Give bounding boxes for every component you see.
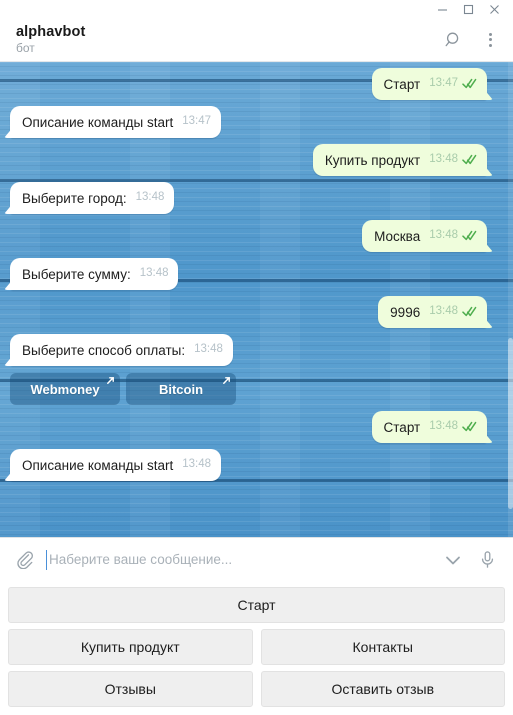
microphone-icon[interactable]	[475, 548, 499, 572]
incoming-message-bubble[interactable]: Выберите способ оплаты: 13:48	[10, 334, 233, 366]
message-row: Москва 13:48	[10, 220, 499, 252]
message-composer	[0, 537, 513, 581]
outgoing-message-bubble[interactable]: Старт 13:48	[371, 411, 487, 443]
message-meta: 13:48	[429, 303, 477, 321]
incoming-message-bubble[interactable]: Описание команды start 13:47	[10, 106, 222, 138]
double-check-icon	[462, 154, 477, 165]
message-row: Старт 13:47	[10, 68, 499, 100]
message-input[interactable]	[46, 549, 431, 570]
incoming-message-bubble[interactable]: Выберите город: 13:48	[10, 182, 175, 214]
message-meta: 13:48	[182, 456, 211, 474]
reply-keyboard-button[interactable]: Купить продукт	[8, 629, 253, 665]
message-time: 13:48	[429, 229, 458, 241]
double-check-icon	[462, 230, 477, 241]
message-text: Старт	[383, 77, 421, 92]
reply-keyboard-button[interactable]: Оставить отзыв	[260, 671, 505, 707]
inline-button-label: Bitcoin	[158, 381, 204, 397]
message-meta: 13:48	[194, 341, 223, 359]
chat-header-texts: alphavbot бот	[16, 24, 441, 56]
minimize-icon[interactable]	[429, 0, 455, 18]
telegram-window: alphavbot бот Старт 13:47 Описание команды…	[0, 0, 513, 715]
message-list-inner: Старт 13:47 Описание команды start 13:47 Куп…	[0, 62, 513, 537]
message-text: Выберите способ оплаты:	[22, 343, 186, 358]
double-check-icon	[462, 306, 477, 317]
message-meta: 13:48	[429, 151, 477, 169]
message-time: 13:48	[194, 343, 223, 355]
outgoing-message-bubble[interactable]: Старт 13:47	[371, 68, 487, 100]
message-time: 13:47	[429, 77, 458, 89]
reply-keyboard-button[interactable]: Отзывы	[8, 671, 253, 707]
reply-keyboard-row: Отзывы Оставить отзыв	[8, 671, 505, 707]
chat-subtitle: бот	[16, 40, 35, 55]
chat-header[interactable]: alphavbot бот	[0, 18, 513, 62]
message-time: 13:48	[135, 191, 165, 203]
incoming-message-bubble[interactable]: Выберите сумму: 13:48	[10, 258, 179, 290]
outgoing-message-bubble[interactable]: Купить продукт 13:48	[312, 144, 487, 176]
inline-keyboard: Webmoney Bitcoin	[10, 373, 499, 405]
outgoing-message-bubble[interactable]: 9996 13:48	[378, 296, 487, 328]
message-meta: 13:47	[182, 113, 211, 131]
message-text: Выберите город:	[22, 191, 127, 206]
chat-header-actions	[441, 27, 503, 53]
message-meta: 13:48	[429, 227, 477, 245]
inline-button-label: Webmoney	[30, 381, 100, 397]
message-text: Москва	[374, 229, 421, 244]
message-time: 13:48	[139, 267, 169, 279]
message-row: Купить продукт 13:48	[10, 144, 499, 176]
paperclip-icon[interactable]	[12, 548, 36, 572]
chevron-down-icon[interactable]	[441, 548, 465, 572]
external-link-icon	[222, 376, 231, 385]
more-vertical-icon[interactable]	[477, 27, 503, 53]
reply-keyboard-button[interactable]: Старт	[8, 587, 505, 623]
message-time: 13:48	[429, 153, 458, 165]
chat-title: alphavbot	[16, 23, 86, 40]
message-meta: 13:48	[136, 189, 165, 207]
message-time: 13:48	[182, 458, 212, 470]
message-text: Описание команды start	[22, 458, 174, 473]
message-row: Описание команды start 13:48	[10, 449, 499, 481]
message-row: Описание команды start 13:47	[10, 106, 499, 138]
message-meta: 13:48	[429, 418, 477, 436]
message-time: 13:48	[429, 305, 458, 317]
inline-button-webmoney[interactable]: Webmoney	[10, 373, 120, 405]
double-check-icon	[462, 78, 477, 89]
message-row: Выберите город: 13:48	[10, 182, 499, 214]
messages-scrollbar[interactable]	[508, 62, 513, 537]
external-link-icon	[106, 376, 115, 385]
inline-button-bitcoin[interactable]: Bitcoin	[126, 373, 236, 405]
message-time: 13:48	[429, 420, 458, 432]
maximize-icon[interactable]	[455, 0, 481, 18]
search-icon[interactable]	[441, 27, 467, 53]
message-row: 9996 13:48	[10, 296, 499, 328]
message-row: Старт 13:48	[10, 411, 499, 443]
message-list: Старт 13:47 Описание команды start 13:47 Куп…	[0, 62, 513, 537]
message-row: Выберите сумму: 13:48	[10, 258, 499, 290]
message-text: Старт	[383, 420, 421, 435]
message-meta: 13:47	[429, 75, 477, 93]
reply-keyboard-row: Старт	[8, 587, 505, 623]
window-titlebar	[0, 0, 513, 18]
reply-keyboard-button[interactable]: Контакты	[260, 629, 505, 665]
message-text: Описание команды start	[22, 115, 174, 130]
message-meta: 13:48	[140, 265, 169, 283]
message-text: 9996	[390, 305, 421, 320]
messages-scrollbar-thumb[interactable]	[508, 337, 513, 509]
reply-keyboard: Старт Купить продукт Контакты Отзывы Оставит…	[0, 581, 513, 715]
reply-keyboard-row: Купить продукт Контакты	[8, 629, 505, 665]
message-row: Выберите способ оплаты: 13:48	[10, 334, 499, 366]
incoming-message-bubble[interactable]: Описание команды start 13:48	[10, 449, 222, 481]
message-text: Купить продукт	[324, 153, 421, 168]
message-time: 13:47	[182, 115, 212, 127]
outgoing-message-bubble[interactable]: Москва 13:48	[362, 220, 487, 252]
double-check-icon	[462, 421, 477, 432]
close-icon[interactable]	[481, 0, 507, 18]
message-text: Выберите сумму:	[22, 267, 131, 282]
